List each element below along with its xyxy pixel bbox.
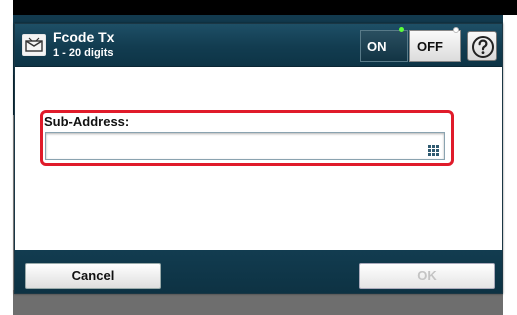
cancel-button[interactable]: Cancel bbox=[25, 263, 161, 289]
dialog-header: Fcode Tx 1 - 20 digits ON OFF bbox=[15, 24, 502, 66]
dialog-subtitle: 1 - 20 digits bbox=[53, 47, 114, 59]
on-indicator-led bbox=[399, 27, 404, 32]
off-indicator-led bbox=[453, 27, 459, 33]
screen-bezel-top bbox=[0, 0, 517, 15]
help-button[interactable] bbox=[467, 31, 497, 61]
fcode-fax-icon bbox=[22, 34, 46, 56]
header-divider bbox=[15, 66, 502, 67]
screen-bezel-left bbox=[0, 0, 13, 315]
toggle-off-button[interactable]: OFF bbox=[409, 30, 461, 62]
help-icon bbox=[472, 36, 494, 58]
ok-button[interactable]: OK bbox=[359, 263, 495, 289]
sub-address-label: Sub-Address: bbox=[44, 114, 130, 129]
sub-address-input[interactable] bbox=[45, 132, 445, 160]
keypad-icon[interactable] bbox=[428, 143, 439, 156]
toggle-on-button[interactable]: ON bbox=[360, 30, 408, 62]
screen-bezel-right bbox=[503, 15, 517, 315]
dialog-title: Fcode Tx bbox=[53, 29, 115, 45]
